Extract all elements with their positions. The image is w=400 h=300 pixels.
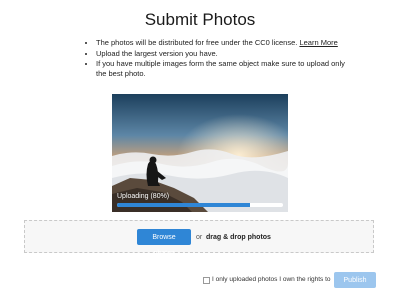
rule-item: If you have multiple images form the sam… — [96, 59, 346, 78]
or-label: or — [196, 234, 203, 241]
rule-text: The photos will be distributed for free … — [96, 38, 298, 47]
drag-drop-label: drag & drop photos — [206, 234, 271, 241]
rule-text: If you have multiple images form the sam… — [96, 59, 345, 78]
rights-checkbox[interactable] — [203, 277, 210, 284]
upload-status-label: Uploading (80%) — [117, 193, 170, 200]
rule-text: Upload the largest version you have. — [96, 48, 218, 58]
upload-progress-bar — [117, 203, 283, 207]
page-title: Submit Photos — [144, 10, 256, 29]
upload-progress-fill — [117, 203, 250, 207]
rule-item: The photos will be distributed for free … — [96, 38, 346, 48]
browse-photos-button[interactable]: Browse photos — [137, 229, 191, 257]
publish-button[interactable]: Publish — [334, 272, 376, 288]
rule-item: Upload the largest version you have. — [96, 49, 346, 59]
rights-checkbox-label[interactable]: I only uploaded photos I own the rights … — [212, 276, 331, 283]
learn-more-link[interactable]: Learn More — [299, 38, 337, 47]
rules-list: The photos will be distributed for free … — [86, 38, 346, 80]
